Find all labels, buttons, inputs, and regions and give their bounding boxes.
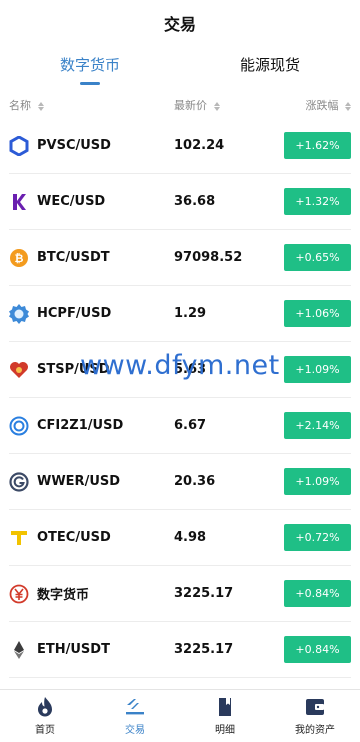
bitcoin-icon: ₿: [9, 248, 29, 268]
coin-name: PVSC/USD: [37, 138, 111, 153]
coin-price: 5.63: [174, 362, 207, 377]
tabbar-label: 我的资产: [295, 725, 335, 736]
change-badge[interactable]: +0.84%: [284, 580, 351, 607]
coin-price: 36.68: [174, 194, 216, 209]
coin-name: STSP/USD: [37, 362, 110, 377]
top-bar: 交易: [0, 0, 360, 46]
sort-icon: [37, 101, 44, 111]
tabbar-item-details[interactable]: 明细: [180, 690, 270, 742]
market-row[interactable]: STSP/USD 5.63 +1.09%: [9, 342, 351, 398]
tabbar-label: 首页: [35, 725, 55, 736]
market-list: PVSC/USD 102.24 +1.62% WEC/USD 36.68 +1.…: [0, 118, 360, 690]
trade-icon: [124, 696, 146, 718]
coin-price: 1.29: [174, 306, 207, 321]
coin-price: 97098.52: [174, 250, 243, 265]
circle-coin-icon: [9, 416, 29, 436]
market-row[interactable]: PVSC/USD 102.24 +1.62%: [9, 118, 351, 174]
market-row[interactable]: ETH/USDT 3225.17 +0.84%: [9, 622, 351, 678]
coin-name: HCPF/USD: [37, 306, 112, 321]
coin-price: 20.36: [174, 474, 216, 489]
document-icon: [216, 696, 234, 718]
change-badge[interactable]: +2.14%: [284, 412, 351, 439]
market-row[interactable]: WWER/USD 20.36 +1.09%: [9, 454, 351, 510]
tabbar-label: 交易: [125, 725, 145, 736]
change-badge[interactable]: +0.84%: [284, 636, 351, 663]
change-badge[interactable]: +1.09%: [284, 468, 351, 495]
coin-name: WEC/USD: [37, 194, 106, 209]
gear-badge-icon: [9, 303, 29, 324]
k-logo-icon: [9, 192, 29, 212]
sort-by-name[interactable]: 名称: [9, 97, 174, 113]
ethereum-icon: [9, 640, 29, 660]
market-row[interactable]: OTEC/USD 4.98 +0.72%: [9, 510, 351, 566]
coin-price: 3225.17: [174, 642, 234, 657]
change-badge[interactable]: +1.32%: [284, 188, 351, 215]
coin-name: BTC/USDT: [37, 250, 110, 265]
coin-name: OTEC/USD: [37, 530, 111, 545]
heart-icon: [9, 360, 29, 380]
coin-price: 102.24: [174, 138, 225, 153]
t-logo-icon: [9, 528, 29, 548]
coin-name: ETH/USDT: [37, 642, 110, 657]
column-price-label: 最新价: [174, 99, 207, 112]
change-badge[interactable]: +1.06%: [284, 300, 351, 327]
tabbar-label: 明细: [215, 725, 235, 736]
coin-name: WWER/USD: [37, 474, 121, 489]
bottom-tab-bar: 首页 交易 明细 我的资产: [0, 689, 360, 742]
sort-by-change[interactable]: 涨跌幅: [305, 97, 351, 113]
market-row[interactable]: WEC/USD 36.68 +1.32%: [9, 174, 351, 230]
tabbar-item-home[interactable]: 首页: [0, 690, 90, 742]
column-name-label: 名称: [9, 99, 31, 112]
wallet-icon: [304, 696, 326, 718]
yen-circle-icon: [9, 584, 29, 604]
market-row[interactable]: CFI2Z1/USD 6.67 +2.14%: [9, 398, 351, 454]
change-badge[interactable]: +0.65%: [284, 244, 351, 271]
page-title: 交易: [163, 15, 196, 34]
market-tabs: 数字货币 能源现货: [0, 46, 360, 86]
coin-name: CFI2Z1/USD: [37, 418, 124, 433]
market-row[interactable]: HCPF/USD 1.29 +1.06%: [9, 286, 351, 342]
tabbar-item-trade[interactable]: 交易: [90, 690, 180, 742]
svg-text:₿: ₿: [15, 252, 24, 265]
change-badge[interactable]: +0.72%: [284, 524, 351, 551]
sort-by-price[interactable]: 最新价: [174, 97, 306, 113]
market-row[interactable]: ₿ BTC/USDT 97098.52 +0.65%: [9, 230, 351, 286]
tabbar-item-assets[interactable]: 我的资产: [270, 690, 360, 742]
g-ring-icon: [9, 471, 29, 492]
coin-price: 6.67: [174, 418, 207, 433]
hexagon-icon: [9, 135, 29, 156]
tab-energy-spot[interactable]: 能源现货: [180, 46, 360, 86]
flame-icon: [35, 696, 55, 718]
sort-icon: [345, 101, 351, 111]
coin-name: 数字货币: [37, 588, 90, 603]
column-change-label: 涨跌幅: [305, 99, 339, 112]
sort-icon: [213, 101, 220, 111]
coin-price: 3225.17: [174, 586, 234, 601]
market-row[interactable]: 数字货币 3225.17 +0.84%: [9, 566, 351, 622]
coin-price: 4.98: [174, 530, 207, 545]
tab-digital-currency[interactable]: 数字货币: [0, 46, 180, 86]
change-badge[interactable]: +1.62%: [284, 132, 351, 159]
change-badge[interactable]: +1.09%: [284, 356, 351, 383]
